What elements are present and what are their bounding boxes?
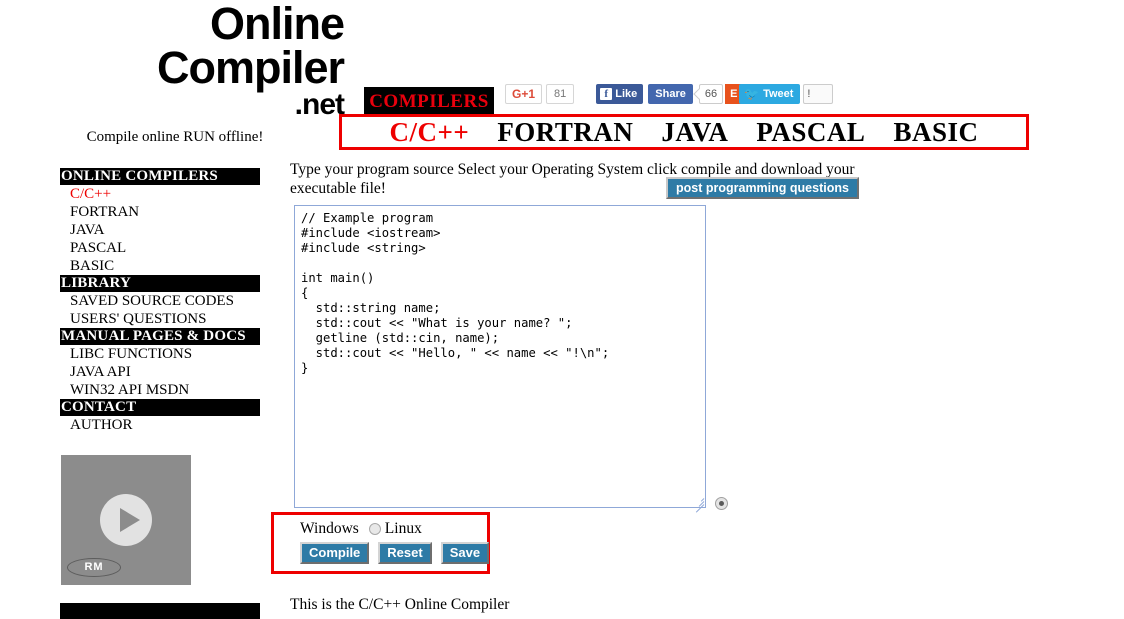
compilers-badge: COMPILERS (364, 87, 494, 117)
action-button-row: Compile Reset Save (300, 542, 490, 564)
site-tagline: Compile online RUN offline! (86, 129, 264, 145)
sidebar-item-java-api[interactable]: JAVA API (60, 363, 260, 381)
source-code-textarea[interactable] (294, 205, 706, 508)
twitter-tweet-label: Tweet (763, 88, 794, 100)
sidebar-item-basic[interactable]: BASIC (60, 257, 260, 275)
sidebar-item-libc-functions[interactable]: LIBC FUNCTIONS (60, 345, 260, 363)
google-plus-one-button[interactable]: G+1 (505, 84, 543, 104)
lang-tab-pascal[interactable]: PASCAL (756, 117, 865, 148)
facebook-share-button[interactable]: Share (648, 84, 693, 104)
sidebar-header-library: LIBRARY (60, 275, 260, 292)
lang-tab-c-cpp[interactable]: C/C++ (390, 117, 470, 148)
sidebar-header-online-compilers: ONLINE COMPILERS (60, 168, 260, 185)
sidebar-item-users-questions[interactable]: USERS' QUESTIONS (60, 310, 260, 328)
os-linux-radio[interactable] (368, 523, 381, 535)
social-share-bar: G+1 81 f Like Share 66 E 🐦 Tweet ! (505, 83, 834, 105)
facebook-like-button[interactable]: f Like (596, 84, 644, 104)
logo-line-compiler: Compiler (156, 42, 345, 93)
compile-action-panel: Windows Linux Compile Reset Save (271, 512, 490, 574)
lang-tab-basic[interactable]: BASIC (893, 117, 978, 148)
logo-line-online: Online (209, 0, 345, 49)
google-plus-one-count: 81 (546, 84, 575, 104)
editor-option-radio[interactable] (715, 497, 728, 510)
lang-tab-java[interactable]: JAVA (661, 117, 728, 148)
twitter-bird-icon: 🐦 (744, 87, 760, 101)
sidebar-item-saved-source-codes[interactable]: SAVED SOURCE CODES (60, 292, 260, 310)
os-windows-label[interactable]: Windows (300, 520, 359, 538)
sidebar-header-manual-pages-docs: MANUAL PAGES & DOCS (60, 328, 260, 345)
play-triangle-icon (120, 508, 140, 532)
reset-button[interactable]: Reset (378, 542, 432, 564)
sidebar-item-win32-api-msdn[interactable]: WIN32 API MSDN (60, 381, 260, 399)
facebook-like-label: Like (615, 88, 638, 100)
twitter-tweet-button[interactable]: 🐦 Tweet (739, 84, 801, 104)
facebook-share-count: 66 (698, 84, 724, 104)
sidebar-next-section-header (60, 603, 260, 619)
footer-description-text: This is the C/C++ Online Compiler (290, 596, 510, 613)
sidebar-navigation: ONLINE COMPILERS C/C++ FORTRAN JAVA PASC… (60, 168, 260, 434)
language-tab-bar: C/C++ FORTRAN JAVA PASCAL BASIC (339, 114, 1029, 150)
site-logo: Online Compiler .net (0, 0, 350, 120)
play-icon[interactable] (100, 494, 152, 546)
save-button[interactable]: Save (440, 542, 490, 564)
sidebar-item-c-cpp[interactable]: C/C++ (60, 185, 260, 203)
os-linux-label[interactable]: Linux (385, 520, 422, 538)
compile-button[interactable]: Compile (300, 542, 370, 564)
facebook-icon: f (600, 88, 613, 100)
post-programming-questions-button[interactable]: post programming questions (666, 177, 859, 199)
video-player-thumbnail[interactable]: RM (61, 455, 191, 585)
lang-tab-fortran[interactable]: FORTRAN (497, 117, 633, 148)
sidebar-item-java[interactable]: JAVA (60, 221, 260, 239)
sidebar-item-pascal[interactable]: PASCAL (60, 239, 260, 257)
os-selection-row: Windows Linux (300, 520, 422, 538)
logo-line-net: .net (294, 88, 345, 121)
sidebar-item-fortran[interactable]: FORTRAN (60, 203, 260, 221)
rm-watermark-logo: RM (67, 558, 121, 577)
sidebar-header-contact: CONTACT (60, 399, 260, 416)
sidebar-item-author[interactable]: AUTHOR (60, 416, 260, 434)
twitter-tweet-count: ! (803, 84, 834, 104)
